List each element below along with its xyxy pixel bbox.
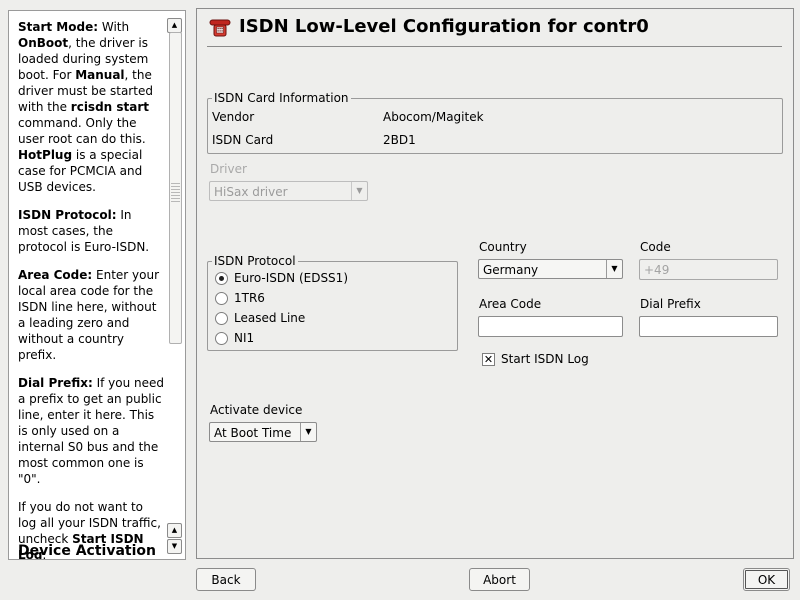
abort-button[interactable]: Abort [469,568,530,591]
help-paragraph: Area Code: Enter your local area code fo… [18,267,164,363]
help-text-run: Enter your local area code for the ISDN … [18,268,160,362]
help-bold-term: rcisdn start [70,100,150,114]
area-code-label: Area Code [479,297,542,311]
country-select[interactable]: Germany ▼ [478,259,623,279]
help-text-run: command. Only the user root can do this. [18,116,146,146]
country-select-value: Germany [483,263,539,277]
title-divider [207,46,782,47]
driver-select[interactable]: HiSax driver ▼ [209,181,368,201]
radio-unselected-icon[interactable] [215,292,228,305]
start-isdn-log-label[interactable]: Start ISDN Log [501,352,589,366]
scrollbar-thumb[interactable] [169,32,182,344]
help-bold-term: OnBoot [18,36,69,50]
radio-ni1-label: NI1 [234,331,255,345]
radio-1tr6-label: 1TR6 [234,291,265,305]
help-heading-device-activation: Device Activation [18,543,156,559]
card-info-group: ISDN Card Information [207,92,783,154]
vendor-label: Vendor [212,110,255,124]
help-bold-term: Start Mode: [18,20,99,34]
help-scrollbar[interactable]: ▲ ▲ ▼ [167,15,182,555]
main-panel: ISDN Low-Level Configuration for contr0 … [196,8,794,559]
help-text: Start Mode: With OnBoot, the driver is l… [18,19,164,559]
telephone-icon [209,19,231,37]
chevron-down-icon: ▼ [351,182,367,200]
radio-unselected-icon[interactable] [215,332,228,345]
code-field[interactable]: +49 [639,259,778,280]
country-label: Country [479,240,527,254]
scroll-down-icon[interactable]: ▼ [167,539,182,554]
driver-label: Driver [210,162,247,176]
help-bold-term: Dial Prefix: [18,376,93,390]
isdn-card-value: 2BD1 [383,133,416,147]
help-paragraph: Dial Prefix: If you need a prefix to get… [18,375,164,487]
driver-select-value: HiSax driver [214,185,288,199]
isdn-protocol-legend: ISDN Protocol [214,254,296,268]
code-label: Code [640,240,671,254]
radio-leased-line-label: Leased Line [234,311,306,325]
help-panel: Start Mode: With OnBoot, the driver is l… [8,10,186,560]
activate-device-select[interactable]: At Boot Time ▼ [209,422,317,442]
help-bold-term: Area Code: [18,268,93,282]
help-bold-term: Manual [75,68,125,82]
vendor-value: Abocom/Magitek [383,110,484,124]
ok-button[interactable]: OK [743,568,790,591]
help-text-run: With [98,20,130,34]
help-paragraph: Start Mode: With OnBoot, the driver is l… [18,19,164,195]
chevron-down-icon: ▼ [606,260,622,278]
area-code-input[interactable] [478,316,623,337]
dial-prefix-input[interactable] [639,316,778,337]
isdn-card-label: ISDN Card [212,133,274,147]
start-isdn-log-checkbox[interactable]: ✕ [482,353,495,366]
activate-device-label: Activate device [210,403,303,417]
help-bold-term: ISDN Protocol: [18,208,117,222]
back-button[interactable]: Back [196,568,256,591]
card-info-legend: ISDN Card Information [214,91,349,105]
radio-selected-icon[interactable] [215,272,228,285]
radio-euro-isdn-label: Euro-ISDN (EDSS1) [234,271,348,285]
help-paragraph: ISDN Protocol: In most cases, the protoc… [18,207,164,255]
activate-device-value: At Boot Time [214,426,292,440]
dial-prefix-label: Dial Prefix [640,297,701,311]
scroll-up-lower-icon[interactable]: ▲ [167,523,182,538]
radio-unselected-icon[interactable] [215,312,228,325]
chevron-down-icon: ▼ [300,423,316,441]
help-text-run: If you need a prefix to get an public li… [18,376,164,486]
page-title: ISDN Low-Level Configuration for contr0 [239,16,649,37]
scroll-up-icon[interactable]: ▲ [167,18,182,33]
help-bold-term: HotPlug [18,148,73,162]
scrollbar-grip-icon [171,183,180,203]
